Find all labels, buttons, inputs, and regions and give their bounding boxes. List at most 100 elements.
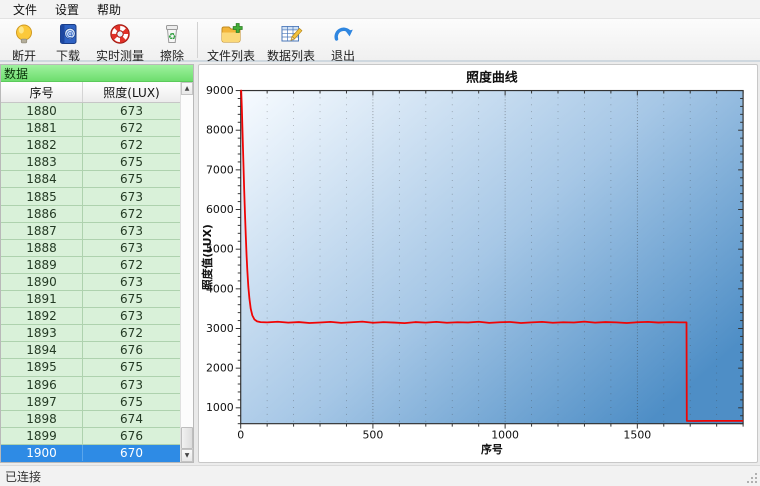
- y-tick-label: 7000: [206, 163, 234, 176]
- lux-cell: 675: [120, 360, 143, 375]
- lux-cell: 673: [120, 274, 143, 289]
- y-tick-label: 3000: [206, 322, 234, 335]
- table-row[interactable]: 1892 673: [1, 308, 180, 326]
- lux-cell: 676: [120, 428, 143, 443]
- lifebuoy-icon: [110, 24, 130, 44]
- table-row[interactable]: 1887 673: [1, 222, 180, 240]
- menu-item-help[interactable]: 帮助: [88, 0, 130, 19]
- serial-cell: 1893: [1, 325, 83, 342]
- scroll-down-icon[interactable]: ▼: [181, 449, 193, 462]
- address-book-icon: @: [60, 24, 77, 44]
- toolbar-button-data-list[interactable]: 数据列表: [261, 20, 321, 65]
- lux-cell: 674: [120, 411, 143, 426]
- table-row[interactable]: 1881 672: [1, 120, 180, 138]
- serial-cell: 1896: [1, 376, 83, 393]
- lux-cell: 675: [120, 155, 143, 170]
- scrollbar-thumb[interactable]: [181, 427, 193, 449]
- serial-cell: 1898: [1, 410, 83, 427]
- table-row[interactable]: 1885 673: [1, 188, 180, 206]
- serial-cell: 1884: [1, 171, 83, 188]
- toolbar-button-download[interactable]: @ 下载: [46, 20, 90, 65]
- table-row[interactable]: 1886 672: [1, 205, 180, 223]
- app-window: 文件 设置 帮助 断开 @ 下载 实时测量 ♻ 擦除 文件列表 数据列表 退出 数据 序号 照度(L…: [0, 0, 760, 486]
- serial-cell: 1897: [1, 393, 83, 410]
- table-row[interactable]: 1900 670: [1, 444, 180, 462]
- recycle-bin-icon: ♻: [166, 25, 179, 43]
- y-tick-label: 1000: [206, 401, 234, 414]
- menu-item-file[interactable]: 文件: [4, 0, 46, 19]
- data-panel: 数据 序号 照度(LUX) 1880 673 1881 672 1882 672 1883 6…: [0, 64, 194, 463]
- table-row[interactable]: 1883 675: [1, 154, 180, 172]
- column-header-lux[interactable]: 照度(LUX): [83, 82, 180, 102]
- y-tick-label: 6000: [206, 203, 234, 216]
- toolbar-button-erase[interactable]: ♻ 擦除: [150, 20, 194, 65]
- table-row[interactable]: 1897 675: [1, 393, 180, 411]
- lux-cell: 673: [120, 240, 143, 255]
- menu-bar: 文件 设置 帮助: [0, 0, 760, 18]
- status-bar: 已连接: [0, 465, 760, 486]
- table-row[interactable]: 1882 672: [1, 137, 180, 155]
- scrollbar-track[interactable]: [181, 95, 193, 449]
- exit-arrow-icon: [334, 27, 353, 41]
- table-row[interactable]: 1899 676: [1, 427, 180, 445]
- serial-cell: 1885: [1, 188, 83, 205]
- lux-cell: 673: [120, 309, 143, 324]
- plot-area: [240, 90, 744, 424]
- table-row[interactable]: 1888 673: [1, 239, 180, 257]
- table-row[interactable]: 1898 674: [1, 410, 180, 428]
- serial-cell: 1900: [1, 444, 83, 461]
- lux-cell: 672: [120, 206, 143, 221]
- column-header-serial[interactable]: 序号: [1, 82, 83, 102]
- serial-cell: 1881: [1, 120, 83, 137]
- lux-cell: 675: [120, 172, 143, 187]
- table-row[interactable]: 1880 673: [1, 103, 180, 121]
- table-row[interactable]: 1893 672: [1, 325, 180, 343]
- toolbar-button-realtime-measure[interactable]: 实时测量: [90, 20, 150, 65]
- serial-cell: 1886: [1, 205, 83, 222]
- x-axis-title: 序号: [481, 442, 503, 456]
- y-tick-label: 9000: [206, 84, 234, 97]
- serial-cell: 1899: [1, 427, 83, 444]
- table-row[interactable]: 1896 673: [1, 376, 180, 394]
- connection-status-text: 已连接: [5, 469, 42, 484]
- svg-text:♻: ♻: [168, 33, 176, 43]
- folder-add-icon: [221, 23, 243, 43]
- table-row[interactable]: 1895 675: [1, 359, 180, 377]
- bulb-icon: [16, 24, 32, 44]
- toolbar-button-exit[interactable]: 退出: [321, 20, 365, 65]
- table-row[interactable]: 1890 673: [1, 273, 180, 292]
- lux-cell: 675: [120, 292, 143, 307]
- toolbar-separator: [197, 22, 199, 58]
- scroll-up-icon[interactable]: ▲: [181, 82, 193, 95]
- y-tick-label: 2000: [206, 362, 234, 375]
- serial-cell: 1882: [1, 137, 83, 154]
- lux-cell: 676: [120, 343, 143, 358]
- resize-grip-icon[interactable]: [746, 472, 759, 485]
- toolbar-button-file-list[interactable]: 文件列表: [201, 20, 261, 65]
- lux-cell: 675: [120, 394, 143, 409]
- illuminance-chart: 0 500 1000 15001000200030004000500060007000…: [200, 70, 744, 456]
- table-row[interactable]: 1894 676: [1, 342, 180, 360]
- svg-text:@: @: [66, 30, 75, 40]
- x-tick-label: 0: [237, 428, 244, 441]
- y-tick-label: 8000: [206, 124, 234, 137]
- table-row[interactable]: 1891 675: [1, 291, 180, 309]
- chart-title: 照度曲线: [466, 70, 518, 86]
- lux-cell: 672: [120, 257, 143, 272]
- data-table-icon: [281, 26, 303, 42]
- table-row[interactable]: 1884 675: [1, 171, 180, 189]
- data-panel-title: 数据: [1, 65, 193, 82]
- x-tick-label: 1500: [623, 428, 651, 441]
- table-body: 1880 673 1881 672 1882 672 1883 675 1884 675 1885 6…: [1, 103, 180, 462]
- serial-cell: 1892: [1, 308, 83, 325]
- serial-cell: 1880: [1, 103, 83, 120]
- toolbar-button-disconnect[interactable]: 断开: [2, 20, 46, 65]
- table-scrollbar[interactable]: ▲ ▼: [180, 82, 193, 462]
- serial-cell: 1887: [1, 222, 83, 239]
- serial-cell: 1888: [1, 239, 83, 256]
- serial-cell: 1895: [1, 359, 83, 376]
- menu-item-settings[interactable]: 设置: [46, 0, 88, 19]
- serial-cell: 1890: [1, 273, 83, 291]
- table-row[interactable]: 1889 672: [1, 256, 180, 274]
- x-tick-label: 1000: [491, 428, 519, 441]
